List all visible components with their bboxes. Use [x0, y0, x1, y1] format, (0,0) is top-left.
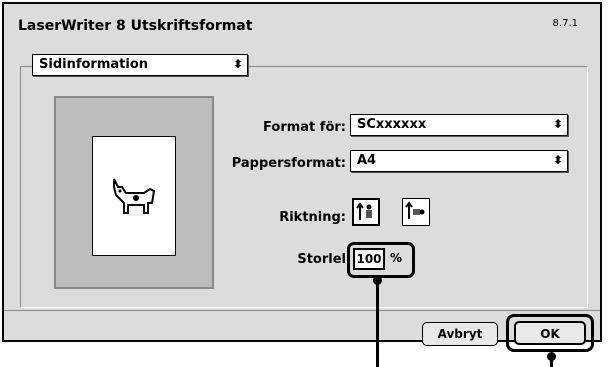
format-for-value: SCxxxxxx [357, 117, 427, 132]
ok-button[interactable]: OK [514, 321, 586, 345]
section-popup[interactable]: Sidinformation ⬍ [32, 54, 248, 76]
landscape-orientation-icon [405, 201, 425, 219]
scale-label: Storlel [297, 252, 346, 267]
format-for-popup[interactable]: SCxxxxxx ⬍ [350, 114, 568, 136]
divider [4, 310, 600, 311]
callout-dot-scale [373, 276, 382, 285]
paper-size-value: A4 [357, 153, 377, 168]
cancel-button[interactable]: Avbryt [422, 322, 498, 346]
landscape-orientation-button[interactable] [402, 198, 430, 226]
page-preview [54, 96, 214, 289]
portrait-orientation-icon [356, 202, 372, 220]
callout-dot-ok [547, 352, 556, 361]
portrait-orientation-button[interactable] [352, 198, 380, 226]
updown-arrows-icon: ⬍ [232, 57, 243, 71]
scale-input[interactable]: 100 [353, 248, 385, 270]
paper-size-label: Pappersformat: [231, 156, 346, 171]
callout-line-scale [376, 280, 379, 367]
section-popup-value: Sidinformation [39, 57, 149, 72]
version-label: 8.7.1 [552, 18, 578, 29]
updown-arrows-icon: ⬍ [552, 153, 563, 167]
dialog-title: LaserWriter 8 Utskriftsformat [18, 18, 253, 34]
updown-arrows-icon: ⬍ [552, 117, 563, 131]
format-for-label: Format för: [263, 120, 346, 135]
scale-unit: % [390, 251, 403, 265]
page-setup-dialog: LaserWriter 8 Utskriftsformat 8.7.1 Sidi… [2, 2, 602, 352]
orientation-label: Riktning: [279, 210, 346, 225]
paper-size-popup[interactable]: A4 ⬍ [350, 150, 568, 172]
dogcow-icon [113, 178, 156, 214]
preview-paper [92, 136, 176, 256]
